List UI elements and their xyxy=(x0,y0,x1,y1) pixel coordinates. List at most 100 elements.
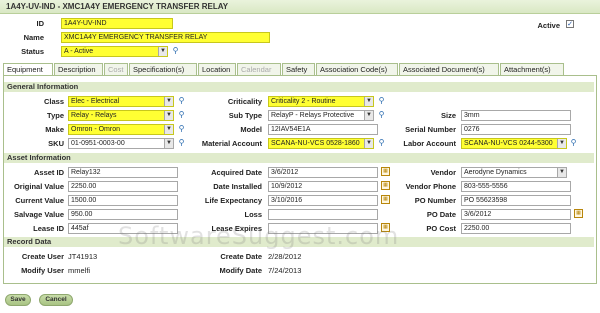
lookup-icon[interactable]: ⚲ xyxy=(177,110,186,119)
calendar-icon[interactable]: ▦ xyxy=(381,195,390,204)
cancel-button[interactable]: Cancel xyxy=(39,294,73,306)
vendor-select[interactable]: Aerodyne Dynamics ▼ xyxy=(461,167,567,178)
class-select[interactable]: Elec - Electrical ▼ xyxy=(68,96,174,107)
window-title: 1A4Y-UV-IND - XMC1A4Y EMERGENCY TRANSFER… xyxy=(0,0,600,14)
acquired-date-label: Acquired Date xyxy=(211,168,262,177)
tab-association-codes[interactable]: Association Code(s) xyxy=(316,63,398,75)
lookup-icon[interactable]: ⚲ xyxy=(569,138,578,147)
chevron-down-icon[interactable]: ▼ xyxy=(164,97,173,106)
chevron-down-icon[interactable]: ▼ xyxy=(557,139,566,148)
tab-cost: Cost xyxy=(104,63,128,75)
asset-id-label: Asset ID xyxy=(33,168,64,177)
sku-value: 01-0951-0003-00 xyxy=(71,140,125,147)
calendar-icon[interactable]: ▦ xyxy=(381,181,390,190)
chevron-down-icon[interactable]: ▼ xyxy=(164,125,173,134)
chevron-down-icon[interactable]: ▼ xyxy=(364,139,373,148)
tab-location[interactable]: Location xyxy=(198,63,236,75)
record-data-header: Record Data xyxy=(4,237,594,247)
type-value: Relay - Relays xyxy=(71,112,117,119)
original-value-label: Original Value xyxy=(13,182,64,191)
make-label: Make xyxy=(45,125,64,134)
lookup-icon[interactable]: ⚲ xyxy=(377,110,386,119)
name-field[interactable]: XMC1A4Y EMERGENCY TRANSFER RELAY xyxy=(61,32,270,43)
size-field[interactable]: 3mm xyxy=(461,110,571,121)
vendor-phone-label: Vendor Phone xyxy=(405,182,456,191)
class-value: Elec - Electrical xyxy=(71,98,120,105)
general-info-header: General Information xyxy=(4,82,594,92)
lookup-icon[interactable]: ⚲ xyxy=(171,46,180,55)
lease-expires-field[interactable] xyxy=(268,223,378,234)
status-label: Status xyxy=(21,47,44,56)
model-label: Model xyxy=(240,125,262,134)
active-label: Active xyxy=(537,21,560,30)
labor-account-value: SCANA-NU-VCS 0244-5300 xyxy=(464,140,553,147)
type-select[interactable]: Relay - Relays ▼ xyxy=(68,110,174,121)
po-cost-label: PO Cost xyxy=(426,224,456,233)
chevron-down-icon[interactable]: ▼ xyxy=(164,139,173,148)
criticality-label: Criticality xyxy=(227,97,262,106)
asset-id-field[interactable]: Relay132 xyxy=(68,167,178,178)
chevron-down-icon[interactable]: ▼ xyxy=(158,47,167,56)
original-value-field[interactable]: 2250.00 xyxy=(68,181,178,192)
tab-description[interactable]: Description xyxy=(54,63,103,75)
loss-label: Loss xyxy=(244,210,262,219)
vendor-phone-field[interactable]: 803-555-5556 xyxy=(461,181,571,192)
chevron-down-icon[interactable]: ▼ xyxy=(364,97,373,106)
life-expectancy-field[interactable]: 3/10/2016 xyxy=(268,195,378,206)
save-button[interactable]: Save xyxy=(5,294,31,306)
tab-specifications[interactable]: Specification(s) xyxy=(129,63,197,75)
po-cost-field[interactable]: 2250.00 xyxy=(461,223,571,234)
size-label: Size xyxy=(440,111,456,120)
calendar-icon[interactable]: ▦ xyxy=(574,209,583,218)
lookup-icon[interactable]: ⚲ xyxy=(377,96,386,105)
sku-label: SKU xyxy=(48,139,64,148)
serial-number-label: Serial Number xyxy=(405,125,456,134)
calendar-icon[interactable]: ▦ xyxy=(381,167,390,176)
salvage-value-field[interactable]: 950.00 xyxy=(68,209,178,220)
material-account-select[interactable]: SCANA-NU-VCS 0528-1860 ▼ xyxy=(268,138,374,149)
chevron-down-icon[interactable]: ▼ xyxy=(364,111,373,120)
lookup-icon[interactable]: ⚲ xyxy=(177,124,186,133)
acquired-date-field[interactable]: 3/6/2012 xyxy=(268,167,378,178)
create-user-label: Create User xyxy=(21,252,64,261)
loss-field[interactable] xyxy=(268,209,378,220)
name-label: Name xyxy=(23,33,44,42)
po-number-field[interactable]: PO 55623598 xyxy=(461,195,571,206)
modify-date-label: Modify Date xyxy=(219,266,262,275)
create-user-value: JT41913 xyxy=(68,252,98,261)
tab-safety[interactable]: Safety xyxy=(282,63,315,75)
current-value-field[interactable]: 1500.00 xyxy=(68,195,178,206)
asset-info-header: Asset Information xyxy=(4,153,594,163)
lookup-icon[interactable]: ⚲ xyxy=(377,138,386,147)
date-installed-field[interactable]: 10/9/2012 xyxy=(268,181,378,192)
make-select[interactable]: Omron - Omron ▼ xyxy=(68,124,174,135)
status-value: A - Active xyxy=(64,48,94,55)
id-label: ID xyxy=(36,19,45,28)
criticality-select[interactable]: Criticality 2 - Routine ▼ xyxy=(268,96,374,107)
labor-account-select[interactable]: SCANA-NU-VCS 0244-5300 ▼ xyxy=(461,138,567,149)
material-account-label: Material Account xyxy=(201,139,262,148)
lookup-icon[interactable]: ⚲ xyxy=(177,138,186,147)
status-select[interactable]: A - Active ▼ xyxy=(61,46,168,57)
calendar-icon[interactable]: ▦ xyxy=(381,223,390,232)
chevron-down-icon[interactable]: ▼ xyxy=(164,111,173,120)
serial-number-field[interactable]: 0276 xyxy=(461,124,571,135)
subtype-value: RelayP - Relays Protective xyxy=(271,112,355,119)
sku-select[interactable]: 01-0951-0003-00 ▼ xyxy=(68,138,174,149)
subtype-select[interactable]: RelayP - Relays Protective ▼ xyxy=(268,110,374,121)
material-account-value: SCANA-NU-VCS 0528-1860 xyxy=(271,140,360,147)
po-date-field[interactable]: 3/6/2012 xyxy=(461,209,571,220)
id-field[interactable]: 1A4Y-UV-IND xyxy=(61,18,173,29)
tab-associated-documents[interactable]: Associated Document(s) xyxy=(399,63,499,75)
po-number-label: PO Number xyxy=(414,196,456,205)
subtype-label: Sub Type xyxy=(228,111,262,120)
active-checkbox[interactable]: ✓ xyxy=(566,20,574,28)
create-date-label: Create Date xyxy=(220,252,262,261)
salvage-value-label: Salvage Value xyxy=(13,210,64,219)
chevron-down-icon[interactable]: ▼ xyxy=(557,168,566,177)
model-field[interactable]: 12IAV54E1A xyxy=(268,124,378,135)
tab-attachments[interactable]: Attachment(s) xyxy=(500,63,564,75)
type-label: Type xyxy=(47,111,64,120)
lease-id-field[interactable]: 445af xyxy=(68,223,178,234)
lookup-icon[interactable]: ⚲ xyxy=(177,96,186,105)
